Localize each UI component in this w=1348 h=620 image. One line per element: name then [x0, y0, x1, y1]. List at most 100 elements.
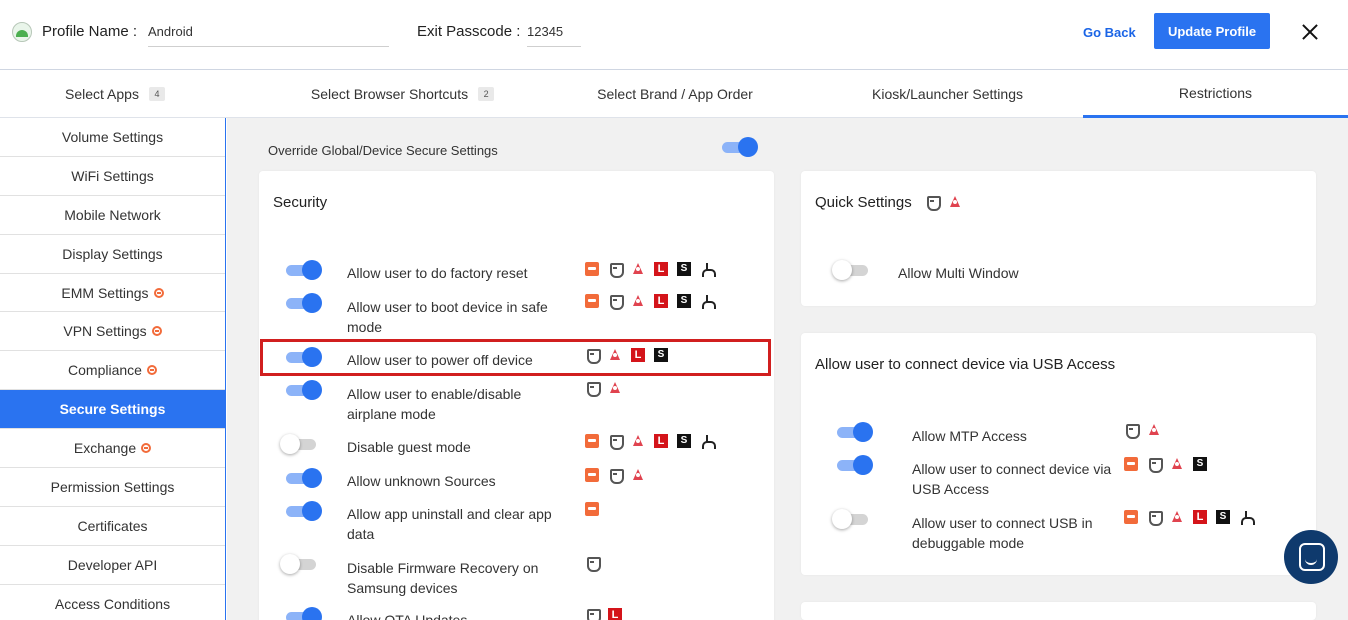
tab-count-badge: 4 [148, 87, 165, 101]
firmware-recovery-toggle[interactable] [280, 553, 318, 575]
sidebar-item-volume-settings[interactable]: Volume Settings [0, 118, 225, 157]
fork-icon [700, 294, 716, 309]
unknown-sources-toggle[interactable] [284, 467, 322, 489]
box-icon [585, 434, 599, 448]
sidebar: Volume Settings WiFi Settings Mobile Net… [0, 118, 226, 620]
safe-mode-toggle[interactable] [284, 292, 322, 314]
quick-settings-title: Quick Settings [815, 194, 912, 211]
usb-access-title: Allow user to connect device via USB Acc… [815, 356, 1116, 373]
sidebar-item-developer-api[interactable]: Developer API [0, 546, 225, 585]
platform-icons [585, 468, 645, 484]
fork-icon [700, 434, 716, 449]
box-icon [585, 468, 599, 482]
override-label: Override Global/Device Secure Settings [268, 143, 498, 158]
tab-kiosk-launcher-settings[interactable]: Kiosk/Launcher Settings [815, 70, 1080, 118]
usb-connect-toggle[interactable] [835, 454, 873, 476]
platform-icons: LS [1124, 510, 1255, 526]
triangle-icon [631, 262, 645, 276]
usb-debug-label: Allow user to connect USB in debuggable … [912, 515, 1093, 551]
multi-window-toggle[interactable] [832, 259, 870, 281]
platform-icons [585, 381, 622, 397]
triangle-icon [1170, 457, 1184, 471]
go-back-link[interactable]: Go Back [1083, 25, 1136, 40]
platform-icons: S [1124, 457, 1207, 473]
shield-icon [608, 434, 624, 450]
badge-icon [153, 287, 164, 298]
s-icon: S [677, 262, 691, 276]
profile-name-label: Profile Name : [42, 23, 138, 40]
platform-icons [585, 556, 601, 572]
sidebar-item-exchange[interactable]: Exchange [0, 429, 225, 469]
android-icon [12, 22, 32, 42]
override-toggle[interactable] [720, 136, 758, 158]
airplane-mode-toggle[interactable] [284, 379, 322, 401]
airplane-mode-label: Allow user to enable/disable airplane mo… [347, 386, 522, 422]
tab-count-badge: 2 [478, 87, 495, 101]
tab-select-apps[interactable]: Select Apps 4 [0, 70, 230, 118]
platform-icons [925, 195, 962, 211]
guest-mode-toggle[interactable] [280, 433, 318, 455]
app-uninstall-toggle[interactable] [284, 500, 322, 522]
s-icon: S [1193, 457, 1207, 471]
shield-icon [1147, 510, 1163, 526]
tab-label: Select Apps [65, 86, 139, 102]
s-icon: S [677, 294, 691, 308]
l-icon: L [654, 294, 668, 308]
l-icon: L [1193, 510, 1207, 524]
tab-select-browser-shortcuts[interactable]: Select Browser Shortcuts 2 [265, 70, 540, 118]
sidebar-item-access-conditions[interactable]: Access Conditions [0, 585, 225, 620]
chat-support-icon[interactable] [1284, 530, 1338, 584]
security-title: Security [273, 194, 328, 211]
usb-debug-toggle[interactable] [832, 508, 870, 530]
quick-settings-card [801, 171, 1316, 306]
tab-select-brand-app-order[interactable]: Select Brand / App Order [550, 70, 800, 118]
unknown-sources-label: Allow unknown Sources [347, 473, 496, 489]
sidebar-item-emm-settings[interactable]: EMM Settings [0, 274, 225, 313]
badge-icon [141, 443, 152, 454]
tab-restrictions[interactable]: Restrictions [1083, 70, 1348, 118]
multi-window-label: Allow Multi Window [898, 265, 1019, 281]
box-icon [585, 262, 599, 276]
l-icon: L [608, 608, 622, 620]
factory-reset-toggle[interactable] [284, 259, 322, 281]
sidebar-item-permission-settings[interactable]: Permission Settings [0, 468, 225, 507]
sidebar-item-mobile-network[interactable]: Mobile Network [0, 196, 225, 235]
l-icon: L [654, 262, 668, 276]
tab-label: Select Brand / App Order [597, 86, 753, 102]
shield-icon [1124, 423, 1140, 439]
fork-icon [700, 262, 716, 277]
badge-icon [151, 326, 162, 337]
sidebar-item-secure-settings[interactable]: Secure Settings [0, 390, 225, 430]
mtp-access-toggle[interactable] [835, 421, 873, 443]
fork-icon [1239, 510, 1255, 525]
factory-reset-label: Allow user to do factory reset [347, 265, 528, 281]
triangle-icon [948, 195, 962, 209]
sidebar-item-display-settings[interactable]: Display Settings [0, 235, 225, 274]
shield-icon [1147, 457, 1163, 473]
ota-updates-label: Allow OTA Updates [347, 612, 468, 620]
box-icon [585, 294, 599, 308]
sidebar-item-compliance[interactable]: Compliance [0, 351, 225, 391]
tab-label: Select Browser Shortcuts [310, 86, 469, 102]
sidebar-item-certificates[interactable]: Certificates [0, 507, 225, 546]
triangle-icon [631, 468, 645, 482]
next-card [801, 602, 1316, 620]
platform-icons [585, 502, 599, 516]
ota-updates-toggle[interactable] [284, 606, 322, 620]
app-uninstall-label: Allow app uninstall and clear app data [347, 506, 552, 542]
sidebar-item-vpn-settings[interactable]: VPN Settings [0, 312, 225, 352]
mtp-access-label: Allow MTP Access [912, 428, 1027, 444]
box-icon [1124, 457, 1138, 471]
exit-passcode-input[interactable]: 12345 [527, 24, 581, 47]
sidebar-item-wifi-settings[interactable]: WiFi Settings [0, 157, 225, 196]
triangle-icon [631, 294, 645, 308]
tab-label: Kiosk/Launcher Settings [872, 86, 1023, 102]
profile-name-input[interactable]: Android [148, 24, 389, 47]
platform-icons: LS [585, 434, 716, 450]
triangle-icon [1147, 423, 1161, 437]
update-profile-button[interactable]: Update Profile [1154, 13, 1270, 49]
firmware-recovery-label: Disable Firmware Recovery on Samsung dev… [347, 560, 539, 596]
s-icon: S [1216, 510, 1230, 524]
close-icon[interactable] [1298, 20, 1322, 44]
shield-icon [585, 556, 601, 572]
